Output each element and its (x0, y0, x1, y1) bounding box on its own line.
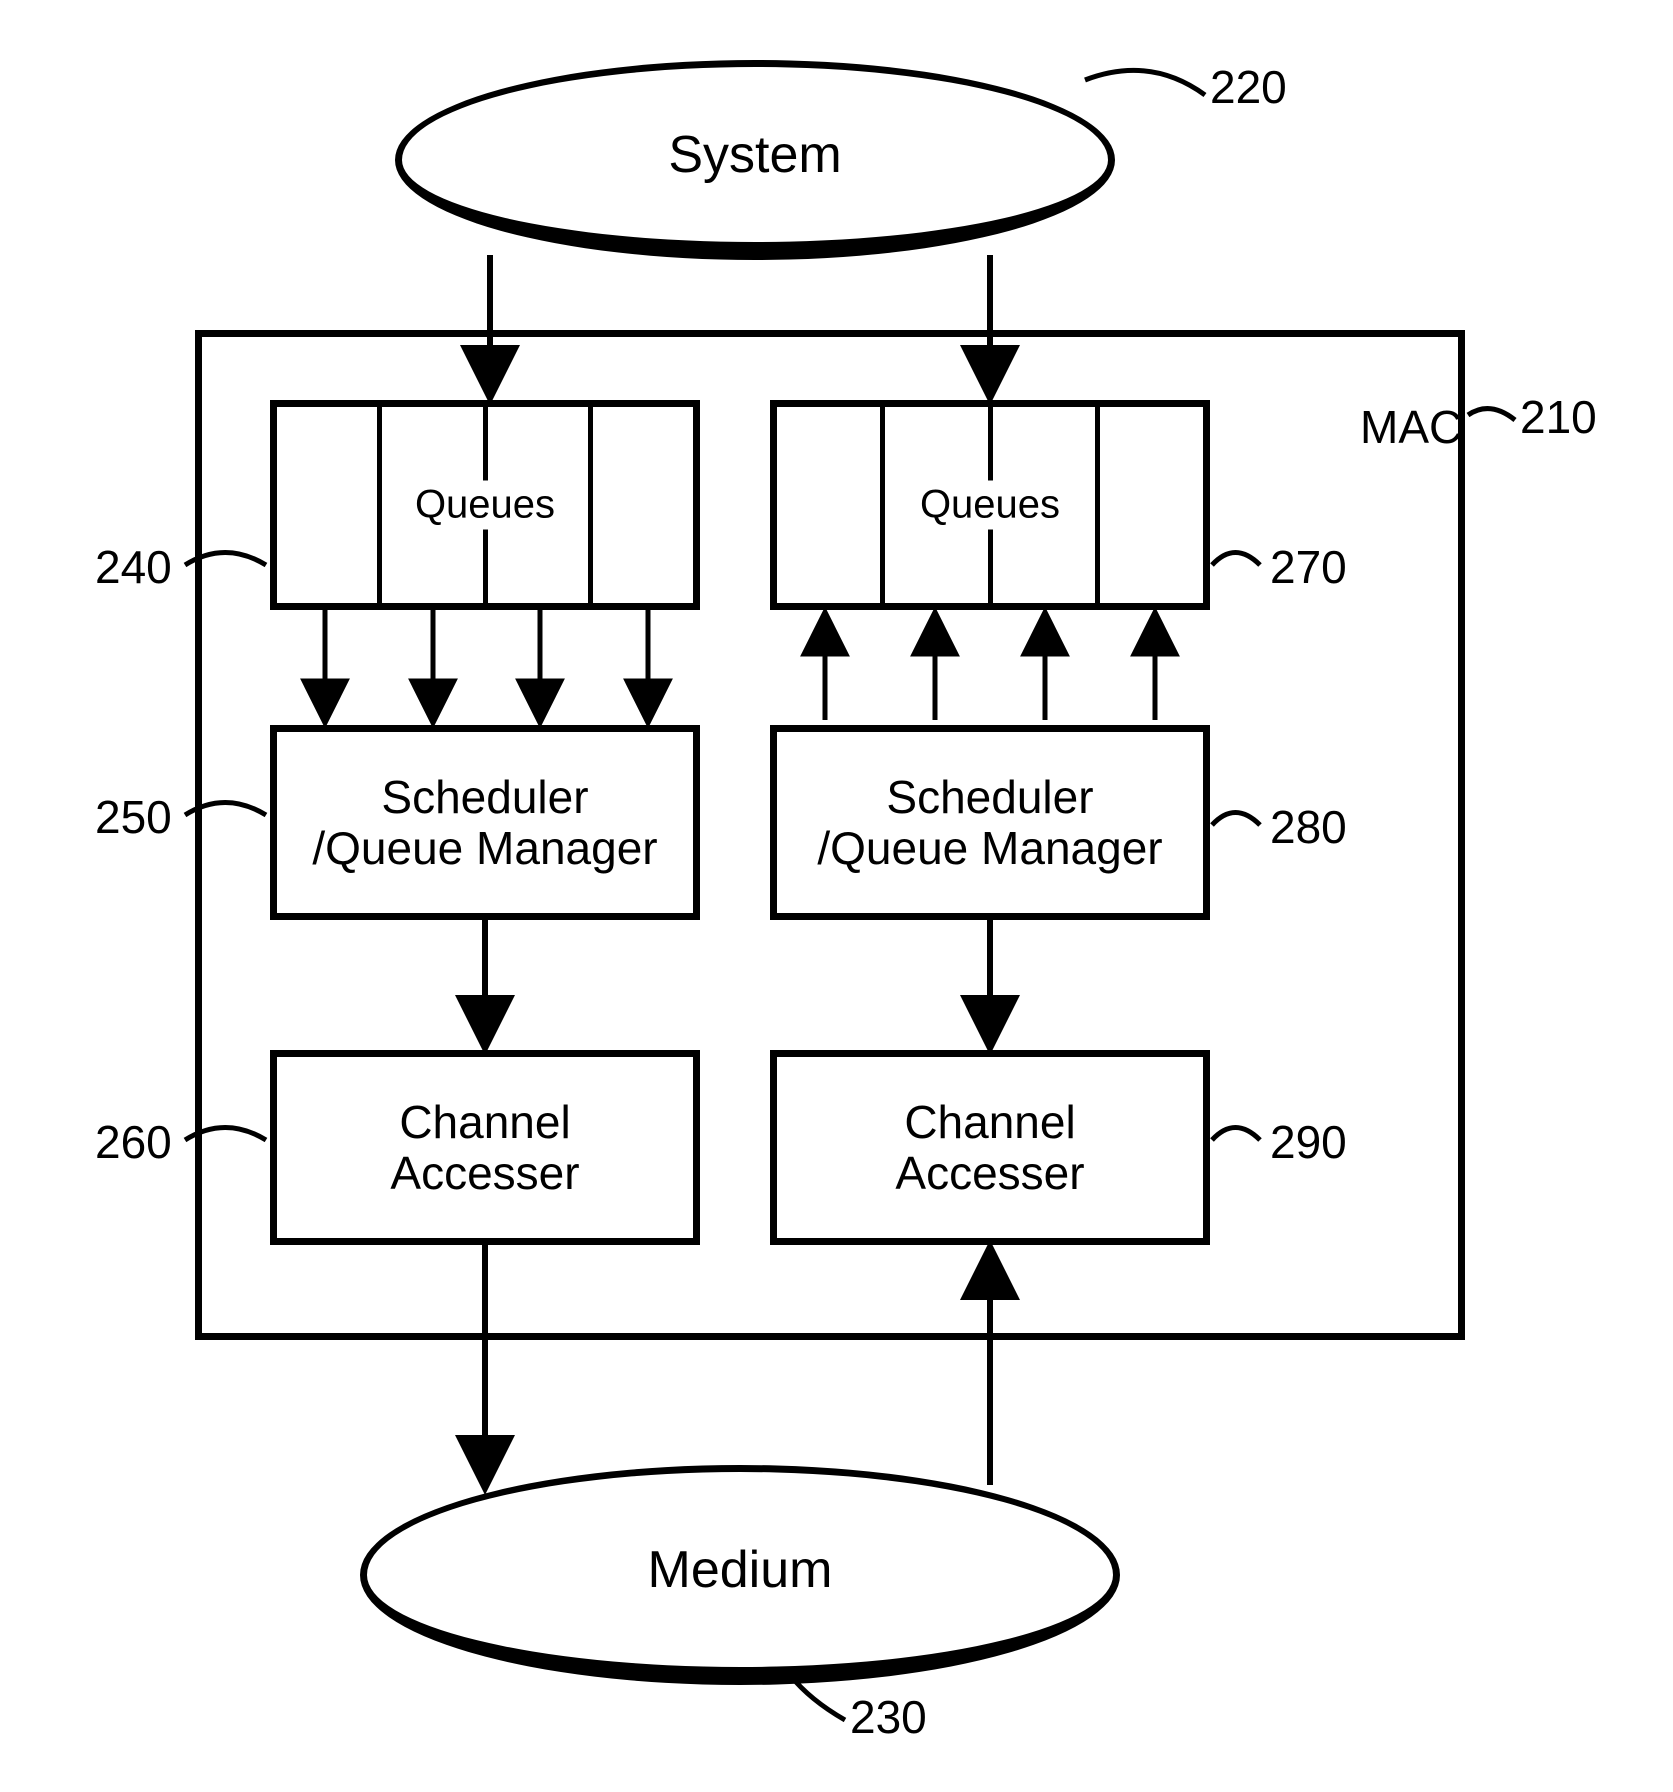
diagram-svg (0, 0, 1673, 1792)
